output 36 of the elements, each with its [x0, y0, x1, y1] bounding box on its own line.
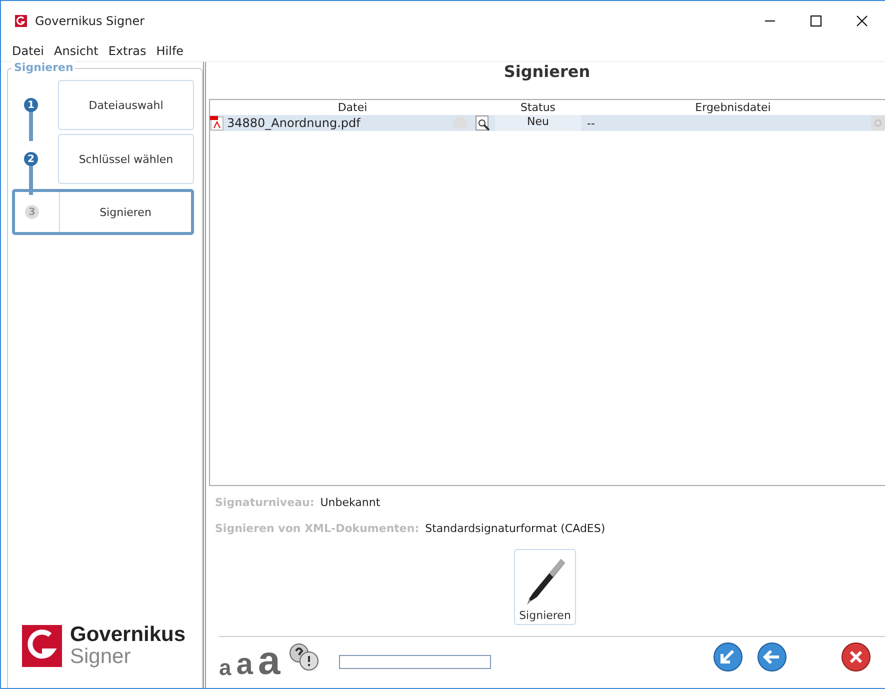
font-size-button[interactable]: a [219, 659, 232, 677]
logo-name: Governikus [70, 624, 186, 646]
step-number: 1 [24, 98, 38, 112]
font-size-button[interactable]: a [236, 653, 253, 677]
window-title: Governikus Signer [35, 14, 145, 28]
pdf-icon [210, 116, 224, 130]
menu-item[interactable]: Extras [108, 44, 146, 58]
return-icon[interactable] [713, 642, 743, 672]
step-number: 2 [24, 152, 38, 166]
menu-item[interactable]: Datei [12, 44, 44, 58]
panel-title: Signieren [12, 61, 76, 74]
help-icon[interactable] [289, 643, 320, 671]
close-button[interactable] [856, 15, 868, 27]
table-row[interactable]: 34880_Anordnung.pdf Neu -- [210, 115, 885, 131]
status-cell: Neu [495, 115, 581, 131]
cancel-icon[interactable] [841, 642, 871, 672]
page-heading: Signieren [502, 62, 592, 83]
column-header[interactable]: Status [495, 101, 581, 114]
maximize-button[interactable] [810, 15, 822, 27]
info-value: Unbekannt [320, 496, 380, 509]
menu-item[interactable]: Hilfe [156, 44, 184, 58]
column-header[interactable]: Ergebnisdatei [581, 101, 885, 114]
step-item[interactable]: 3 Signieren [12, 189, 194, 235]
step-number: 3 [25, 205, 39, 219]
file-name: 34880_Anordnung.pdf [227, 116, 360, 130]
font-size-button[interactable]: a [258, 645, 280, 677]
info-label: Signieren von XML-Dokumenten: [215, 522, 420, 535]
column-header[interactable]: Datei [210, 101, 495, 114]
sign-button[interactable]: Signieren [514, 549, 576, 625]
info-value: Standardsignaturformat (CAdES) [425, 522, 606, 535]
logo-product: Signer [70, 646, 132, 668]
info-label: Signaturniveau: [215, 496, 314, 509]
menu-item[interactable]: Ansicht [54, 44, 98, 58]
logo-icon [22, 625, 62, 667]
result-cell: -- [587, 116, 595, 130]
app-logo-icon [15, 15, 27, 27]
